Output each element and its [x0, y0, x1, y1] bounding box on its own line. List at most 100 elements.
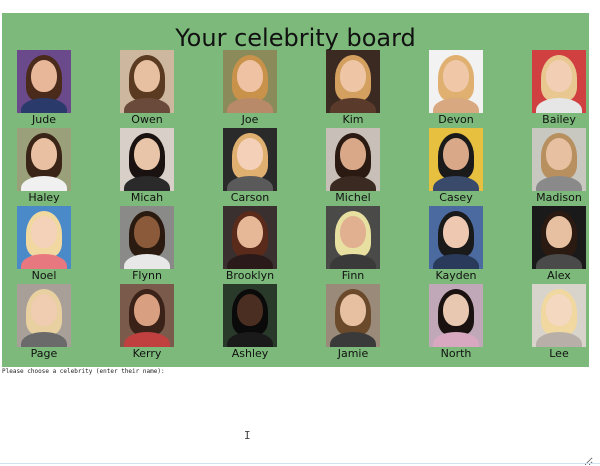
celebrity-photo	[532, 206, 586, 269]
celebrity-name: Michel	[335, 191, 371, 204]
celebrity-photo	[17, 50, 71, 113]
celebrity-card[interactable]: Ashley	[205, 284, 295, 360]
celebrity-card[interactable]: Carson	[205, 128, 295, 204]
celebrity-name: Ashley	[231, 347, 269, 360]
celebrity-photo	[326, 128, 380, 191]
board-title: Your celebrity board	[175, 24, 416, 52]
photo-face	[340, 294, 366, 326]
photo-shoulders	[433, 176, 479, 191]
celebrity-name: Jamie	[337, 347, 369, 360]
celebrity-photo	[17, 206, 71, 269]
photo-face	[134, 138, 160, 170]
celebrity-card[interactable]: Casey	[411, 128, 501, 204]
photo-face	[31, 138, 57, 170]
celebrity-name: Haley	[28, 191, 60, 204]
celebrity-name: Kayden	[435, 269, 477, 282]
celebrity-name: North	[440, 347, 472, 360]
photo-face	[237, 60, 263, 92]
celebrity-photo	[223, 50, 277, 113]
celebrity-card[interactable]: Devon	[411, 50, 501, 126]
photo-face	[31, 216, 57, 248]
photo-shoulders	[227, 332, 273, 347]
photo-face	[31, 60, 57, 92]
celebrity-card[interactable]: Jude	[0, 50, 89, 126]
celebrity-name-input[interactable]	[2, 376, 593, 466]
celebrity-card[interactable]: Owen	[102, 50, 192, 126]
photo-shoulders	[330, 176, 376, 191]
celebrity-photo	[17, 284, 71, 347]
celebrity-name: Alex	[547, 269, 571, 282]
celebrity-photo	[326, 284, 380, 347]
celebrity-name: Noel	[31, 269, 57, 282]
celebrity-card[interactable]: Haley	[0, 128, 89, 204]
celebrity-name: Kerry	[132, 347, 162, 360]
photo-face	[237, 138, 263, 170]
photo-face	[134, 216, 160, 248]
photo-shoulders	[536, 254, 582, 269]
celebrity-card[interactable]: Madison	[514, 128, 600, 204]
celebrity-name: Jude	[32, 113, 56, 126]
photo-shoulders	[433, 254, 479, 269]
photo-shoulders	[330, 254, 376, 269]
celebrity-card[interactable]: Bailey	[514, 50, 600, 126]
celebrity-photo	[120, 206, 174, 269]
photo-shoulders	[124, 176, 170, 191]
celebrity-card[interactable]: Kerry	[102, 284, 192, 360]
celebrity-name: Owen	[131, 113, 163, 126]
celebrity-photo	[223, 284, 277, 347]
photo-shoulders	[227, 176, 273, 191]
celebrity-card[interactable]: Kayden	[411, 206, 501, 282]
photo-shoulders	[21, 254, 67, 269]
celebrity-board: Your celebrity board Jude Owen Joe Kim Devon…	[2, 13, 589, 367]
celebrity-photo	[532, 128, 586, 191]
celebrity-name: Carson	[230, 191, 270, 204]
celebrity-photo	[17, 128, 71, 191]
text-cursor-icon: I	[244, 429, 251, 442]
celebrity-name: Bailey	[542, 113, 576, 126]
celebrity-card[interactable]: Micah	[102, 128, 192, 204]
celebrity-card[interactable]: Noel	[0, 206, 89, 282]
celebrity-name: Devon	[438, 113, 474, 126]
celebrity-photo	[120, 50, 174, 113]
photo-face	[340, 60, 366, 92]
celebrity-photo	[429, 50, 483, 113]
celebrity-photo	[326, 206, 380, 269]
photo-shoulders	[21, 332, 67, 347]
photo-shoulders	[536, 176, 582, 191]
photo-shoulders	[124, 254, 170, 269]
celebrity-card[interactable]: Page	[0, 284, 89, 360]
photo-shoulders	[536, 98, 582, 113]
celebrity-photo	[120, 128, 174, 191]
photo-face	[31, 294, 57, 326]
celebrity-card[interactable]: Alex	[514, 206, 600, 282]
celebrity-card[interactable]: Joe	[205, 50, 295, 126]
photo-face	[546, 216, 572, 248]
photo-face	[443, 216, 469, 248]
celebrity-card[interactable]: Michel	[308, 128, 398, 204]
photo-face	[546, 138, 572, 170]
celebrity-card[interactable]: Finn	[308, 206, 398, 282]
celebrity-card[interactable]: Lee	[514, 284, 600, 360]
photo-face	[546, 60, 572, 92]
photo-shoulders	[433, 98, 479, 113]
celebrity-card[interactable]: Flynn	[102, 206, 192, 282]
celebrity-name: Kim	[342, 113, 364, 126]
photo-face	[134, 60, 160, 92]
photo-face	[237, 294, 263, 326]
prompt-label: Please choose a celebrity (enter their n…	[2, 368, 165, 375]
celebrity-name: Flynn	[132, 269, 162, 282]
celebrity-card[interactable]: Kim	[308, 50, 398, 126]
celebrity-name: Casey	[439, 191, 473, 204]
celebrity-photo	[532, 50, 586, 113]
celebrity-card[interactable]: Brooklyn	[205, 206, 295, 282]
photo-shoulders	[21, 176, 67, 191]
celebrity-card[interactable]: Jamie	[308, 284, 398, 360]
photo-shoulders	[124, 332, 170, 347]
celebrity-photo	[429, 206, 483, 269]
photo-face	[443, 60, 469, 92]
celebrity-name: Lee	[549, 347, 569, 360]
photo-shoulders	[330, 98, 376, 113]
photo-shoulders	[433, 332, 479, 347]
celebrity-card[interactable]: North	[411, 284, 501, 360]
celebrity-name: Madison	[536, 191, 582, 204]
